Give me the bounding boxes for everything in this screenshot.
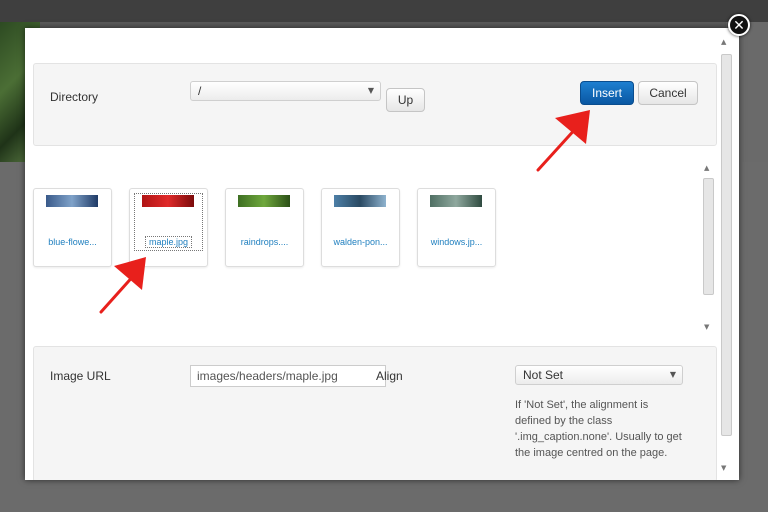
thumbnail-image — [238, 195, 290, 207]
scroll-down-icon[interactable]: ▼ — [721, 464, 726, 472]
scrollbar-thumb[interactable] — [703, 178, 714, 295]
thumbnail-name-text: maple.jpg — [144, 236, 193, 248]
thumbnail-name[interactable]: blue-flowe... — [34, 237, 111, 247]
image-options-form: Image URL images/headers/maple.jpg Align… — [33, 346, 717, 480]
thumbnail-windows[interactable]: windows.jp... — [417, 188, 496, 267]
thumbnail-walden-pond[interactable]: walden-pon... — [321, 188, 400, 267]
thumbnail-name[interactable]: maple.jpg — [130, 236, 207, 248]
align-value: Not Set — [523, 368, 564, 382]
image-url-label: Image URL — [50, 369, 111, 383]
background-topbar — [0, 0, 768, 22]
directory-value: / — [198, 84, 202, 98]
thumbnail-image — [334, 195, 386, 207]
modal-scrollbar[interactable]: ▲ ▼ — [719, 36, 732, 476]
scroll-down-icon[interactable]: ▼ — [704, 323, 709, 331]
image-thumbnails: blue-flowe... maple.jpg raindrops.... wa… — [25, 158, 715, 338]
thumbnail-name[interactable]: raindrops.... — [226, 237, 303, 247]
scrollbar-thumb[interactable] — [721, 54, 732, 436]
image-insert-modal: ▲ ▼ Directory / ▼ Up Insert Cancel blue-… — [25, 28, 739, 480]
thumbnail-blue-flowers[interactable]: blue-flowe... — [33, 188, 112, 267]
thumbnail-image — [142, 195, 194, 207]
scroll-up-icon[interactable]: ▲ — [721, 38, 726, 46]
thumbnail-maple[interactable]: maple.jpg — [129, 188, 208, 267]
directory-toolbar: Directory / ▼ Up Insert Cancel — [33, 63, 717, 146]
thumbnail-name[interactable]: walden-pon... — [322, 237, 399, 247]
image-url-input[interactable]: images/headers/maple.jpg — [190, 365, 386, 387]
thumbnail-image — [430, 195, 482, 207]
align-help-text: If 'Not Set', the alignment is defined b… — [515, 399, 682, 459]
align-select[interactable]: Not Set ▼ — [515, 365, 683, 385]
up-button[interactable]: Up — [386, 88, 425, 112]
scroll-up-icon[interactable]: ▲ — [704, 164, 709, 172]
chevron-down-icon: ▼ — [367, 86, 374, 95]
thumbnail-raindrops[interactable]: raindrops.... — [225, 188, 304, 267]
chevron-down-icon: ▼ — [669, 370, 676, 379]
align-label: Align — [376, 369, 403, 383]
directory-label: Directory — [50, 90, 99, 104]
directory-select[interactable]: / ▼ — [190, 81, 381, 101]
cancel-button[interactable]: Cancel — [638, 81, 698, 105]
thumbnails-scrollbar[interactable]: ▲ ▼ — [701, 158, 714, 336]
thumbnail-name[interactable]: windows.jp... — [418, 237, 495, 247]
close-icon[interactable]: ✕ — [728, 14, 750, 36]
thumbnail-image — [46, 195, 98, 207]
insert-button[interactable]: Insert — [580, 81, 634, 105]
